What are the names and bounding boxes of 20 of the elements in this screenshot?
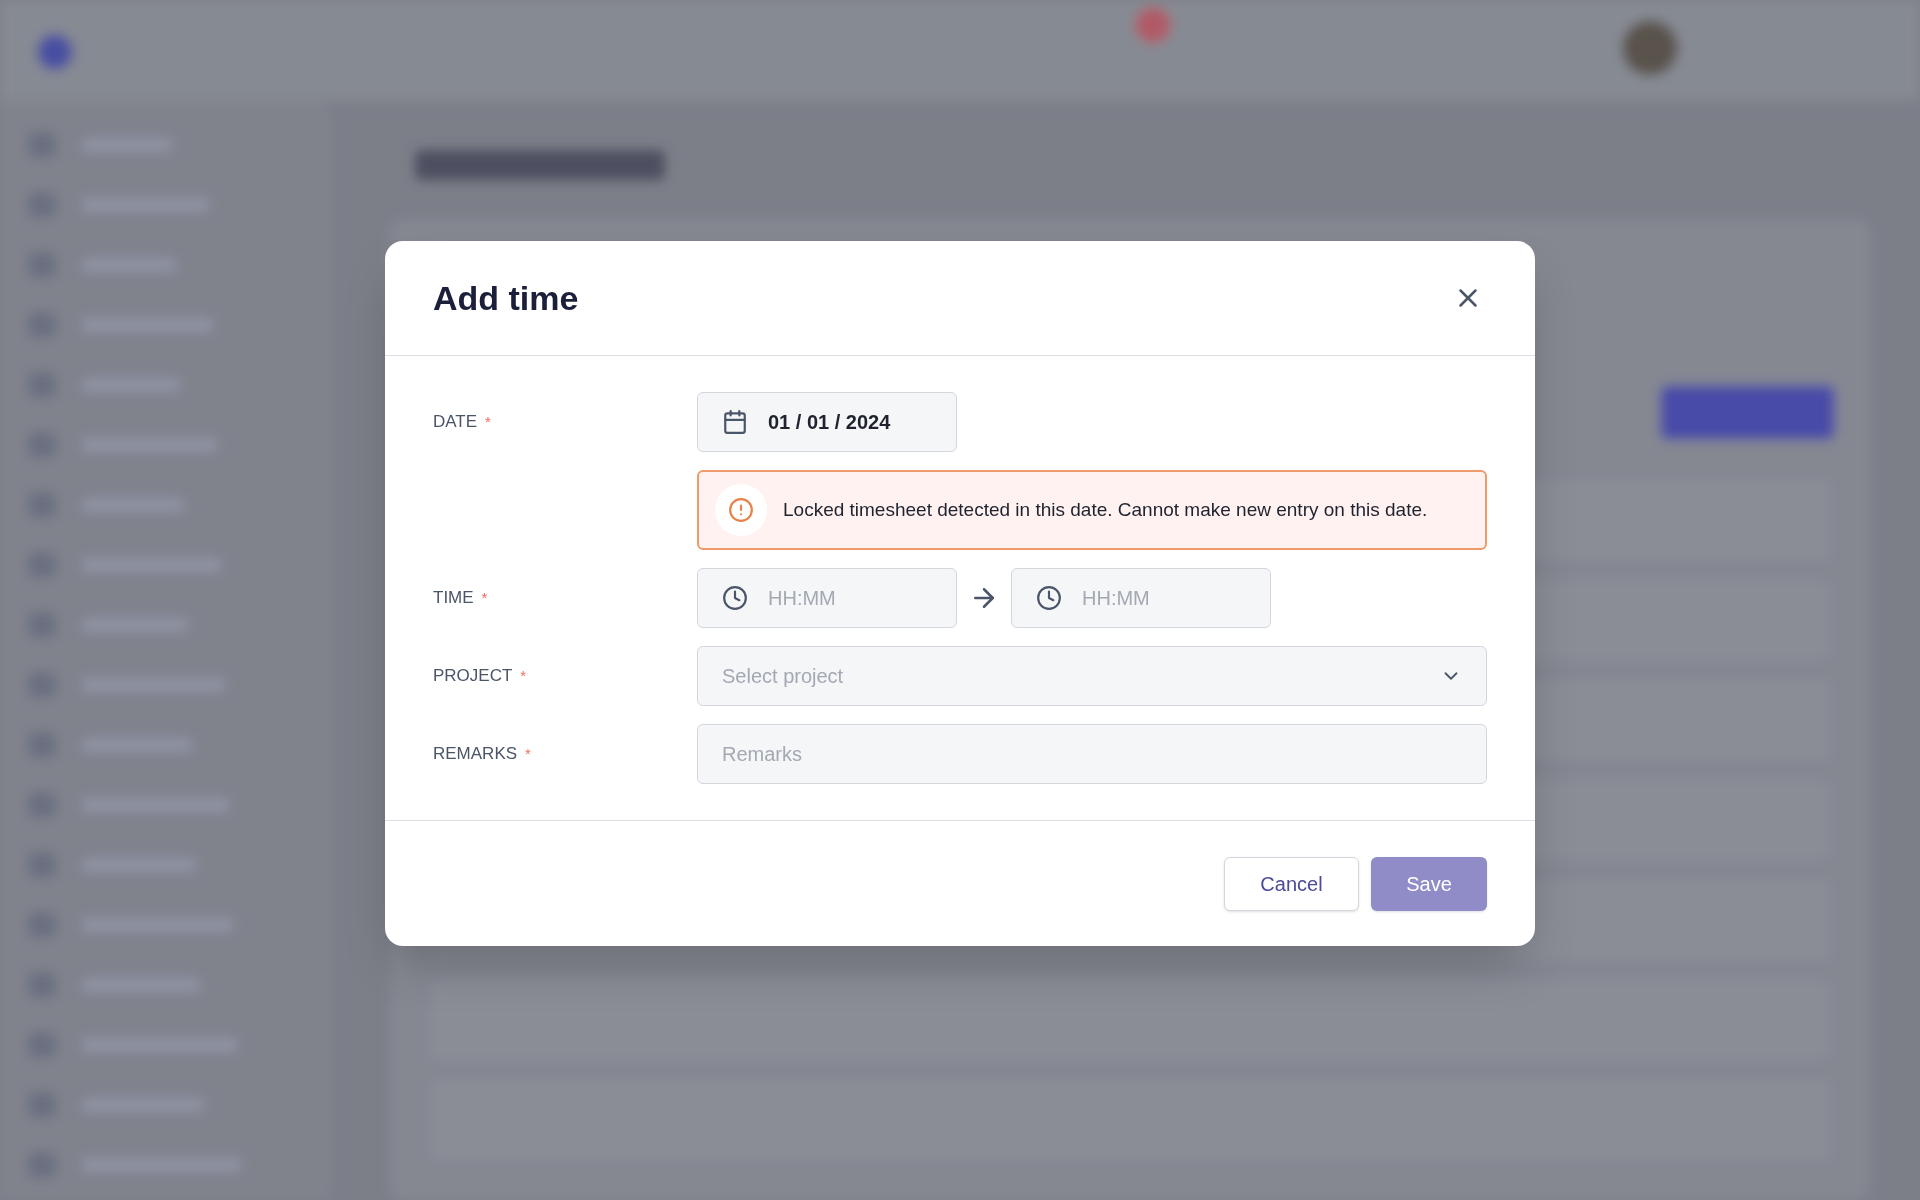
clock-icon (1036, 585, 1062, 611)
dialog-title: Add time (433, 277, 579, 319)
field-label: DATE (433, 411, 478, 434)
field-label: REMARKS (433, 743, 518, 766)
alert-message: Locked timesheet detected in this date. Cannot make new entry on this date. (783, 498, 1428, 522)
required-mark: * (485, 411, 491, 432)
remarks-field[interactable]: Remarks (697, 724, 1487, 784)
field-label: PROJECT (433, 665, 513, 688)
date-field[interactable]: 01 / 01 / 2024 (697, 392, 957, 452)
required-mark: * (525, 743, 531, 764)
start-time-field[interactable]: HH:MM (697, 568, 957, 628)
warning-icon (715, 484, 767, 536)
project-select[interactable]: Select project (697, 646, 1487, 706)
required-mark: * (520, 665, 527, 686)
field-label: TIME (433, 587, 474, 610)
clock-icon (722, 585, 748, 611)
end-time-field[interactable]: HH:MM (1011, 568, 1271, 628)
calendar-icon (722, 409, 748, 435)
required-mark: * (481, 587, 488, 608)
cancel-button[interactable]: Cancel (1224, 856, 1359, 911)
